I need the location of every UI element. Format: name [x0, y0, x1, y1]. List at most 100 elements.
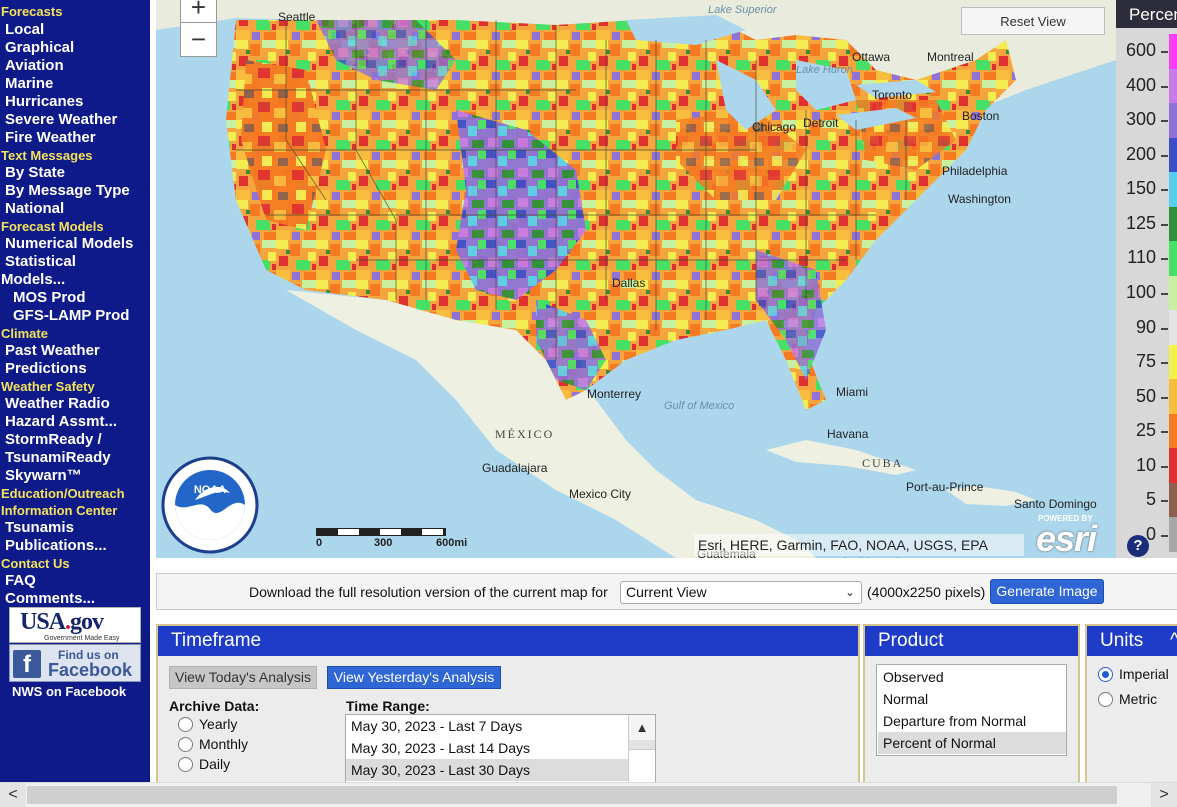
collapse-icon[interactable]: ^: [1170, 626, 1177, 656]
legend-swatch: [1169, 275, 1177, 311]
radio-button[interactable]: [178, 737, 193, 752]
sidebar-section-heading[interactable]: Contact Us: [0, 555, 150, 573]
legend-tick: [1161, 362, 1168, 365]
sidebar-item[interactable]: Graphical: [0, 39, 150, 57]
view-today-button[interactable]: View Today's Analysis: [169, 666, 317, 689]
archive-option[interactable]: Yearly: [178, 716, 237, 734]
units-option[interactable]: Imperial: [1098, 666, 1169, 684]
product-option[interactable]: Departure from Normal: [878, 710, 1066, 732]
sidebar-item[interactable]: Models...: [0, 271, 150, 289]
sidebar-section-heading[interactable]: Education/Outreach: [0, 485, 150, 503]
nws-on-facebook-link[interactable]: NWS on Facebook: [12, 684, 126, 699]
legend-label: 90: [1135, 316, 1156, 337]
sidebar-item[interactable]: Local: [0, 21, 150, 39]
chevron-down-icon: ⌄: [844, 585, 855, 599]
horizontal-scrollbar[interactable]: < >: [0, 782, 1177, 807]
radio-button[interactable]: [178, 717, 193, 732]
download-extent-select[interactable]: Current View ⌄: [620, 581, 862, 604]
sidebar-item[interactable]: National: [0, 200, 150, 218]
sidebar-item[interactable]: Skywarn™: [0, 467, 150, 485]
sidebar-item[interactable]: Predictions: [0, 360, 150, 378]
scale-bar: [316, 528, 446, 536]
legend-label: 200: [1125, 143, 1156, 164]
sidebar-item[interactable]: Severe Weather: [0, 111, 150, 129]
time-range-option[interactable]: May 30, 2023 - Last 7 Days: [346, 715, 628, 737]
zoom-out-button[interactable]: −: [180, 22, 217, 57]
time-range-list[interactable]: May 30, 2023 - Last 7 Days May 30, 2023 -…: [345, 714, 656, 782]
archive-option[interactable]: Monthly: [178, 736, 248, 754]
time-range-scrollbar[interactable]: ▲: [628, 715, 655, 782]
sidebar-item[interactable]: By Message Type: [0, 182, 150, 200]
sidebar-section-heading[interactable]: Forecasts: [0, 3, 150, 21]
legend-label: 125: [1125, 212, 1156, 233]
sidebar-item[interactable]: Statistical: [0, 253, 150, 271]
usa-gov-wordmark: USA.gov: [20, 609, 104, 635]
map-label-city: Detroit: [803, 116, 839, 130]
help-icon[interactable]: ?: [1127, 535, 1149, 557]
archive-option[interactable]: Daily: [178, 756, 230, 774]
horizontal-scroll-thumb[interactable]: [27, 786, 1117, 804]
sidebar-item[interactable]: Marine: [0, 75, 150, 93]
sidebar-item[interactable]: StormReady /: [0, 431, 150, 449]
esri-logo[interactable]: esri: [1036, 518, 1097, 558]
legend-label: 300: [1125, 109, 1156, 130]
scale-tick-600: 600mi: [436, 537, 468, 549]
facebook-badge[interactable]: f Find us on Facebook: [9, 644, 141, 682]
scroll-left-button[interactable]: <: [0, 783, 26, 807]
sidebar-item[interactable]: Weather Radio: [0, 395, 150, 413]
sidebar-item[interactable]: Tsunamis: [0, 519, 150, 537]
map-label-country: MÉXICO: [495, 427, 555, 441]
map-label-city: Havana: [827, 427, 869, 441]
product-option[interactable]: Observed: [878, 666, 1066, 688]
scroll-right-button[interactable]: >: [1151, 783, 1177, 807]
legend-swatch: [1169, 379, 1177, 414]
legend-swatch: [1169, 413, 1177, 449]
sidebar-item[interactable]: Publications...: [0, 537, 150, 555]
time-range-option[interactable]: May 30, 2023 - Last 14 Days: [346, 737, 628, 759]
legend-tick: [1161, 396, 1168, 399]
precipitation-map[interactable]: NOAA + − Reset View Lake Superior Ottawa M…: [156, 0, 1116, 558]
sidebar-section-heading[interactable]: Weather Safety: [0, 378, 150, 396]
noaa-seal: NOAA: [161, 456, 259, 554]
sidebar-item[interactable]: Hazard Assmt...: [0, 413, 150, 431]
product-option[interactable]: Normal: [878, 688, 1066, 710]
sidebar-item[interactable]: GFS-LAMP Prod: [0, 307, 150, 325]
sidebar-item[interactable]: TsunamiReady: [0, 449, 150, 467]
time-range-scroll-thumb[interactable]: [629, 749, 655, 782]
sidebar-item[interactable]: Numerical Models: [0, 235, 150, 253]
reset-view-button[interactable]: Reset View: [961, 7, 1105, 35]
sidebar-item[interactable]: By State: [0, 164, 150, 182]
sidebar-item[interactable]: Past Weather: [0, 342, 150, 360]
product-option[interactable]: Percent of Normal: [878, 732, 1066, 754]
legend-label: 400: [1125, 74, 1156, 95]
usa-gov-logo[interactable]: USA.gov Government Made Easy: [9, 607, 141, 643]
chevron-up-icon[interactable]: ▲: [629, 715, 655, 740]
radio-button[interactable]: [178, 757, 193, 772]
sidebar-section-heading[interactable]: Text Messages: [0, 147, 150, 165]
radio-button[interactable]: [1098, 692, 1113, 707]
sidebar-section-heading[interactable]: Climate: [0, 325, 150, 343]
legend-label: 5: [1145, 489, 1156, 510]
sidebar-item[interactable]: Fire Weather: [0, 129, 150, 147]
map-label-city: Seattle: [278, 10, 316, 24]
facebook-wordmark: Facebook: [48, 660, 133, 680]
legend-tick: [1161, 327, 1168, 330]
view-yesterday-button[interactable]: View Yesterday's Analysis: [327, 666, 501, 689]
radio-button[interactable]: [1098, 667, 1113, 682]
sidebar-item[interactable]: Hurricanes: [0, 93, 150, 111]
product-list[interactable]: Observed Normal Departure from Normal Perce…: [876, 664, 1067, 756]
units-option[interactable]: Metric: [1098, 691, 1157, 709]
time-range-option[interactable]: May 30, 2023 - Last 30 Days: [346, 759, 628, 781]
sidebar-item[interactable]: FAQ: [0, 572, 150, 590]
sidebar-item[interactable]: MOS Prod: [0, 289, 150, 307]
generate-image-button[interactable]: Generate Image: [990, 579, 1104, 604]
map-label-city: Monterrey: [587, 387, 642, 401]
legend-tick: [1161, 431, 1168, 434]
sidebar-item[interactable]: Aviation: [0, 57, 150, 75]
sidebar-section-heading[interactable]: Forecast Models: [0, 218, 150, 236]
product-panel: Product Observed Normal Departure from Nor…: [863, 624, 1080, 784]
sidebar-item[interactable]: Comments...: [0, 590, 150, 608]
sidebar-section-heading[interactable]: Information Center: [0, 502, 150, 520]
legend-swatch: [1169, 68, 1177, 104]
legend-swatch: [1169, 206, 1177, 242]
